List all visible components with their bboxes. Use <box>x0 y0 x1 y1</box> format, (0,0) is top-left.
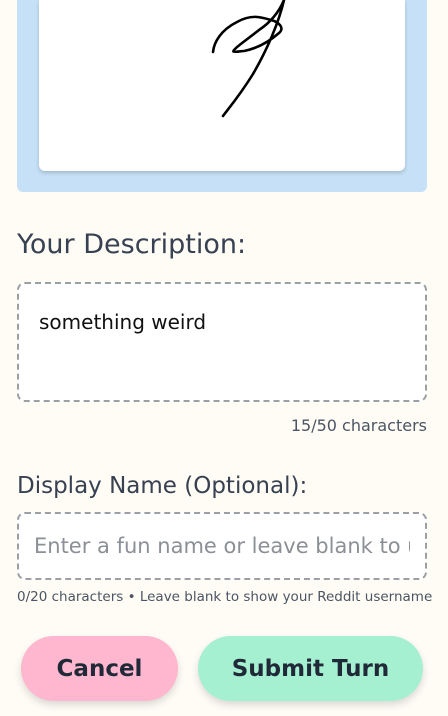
display-name-hint: 0/20 characters • Leave blank to show yo… <box>17 589 433 605</box>
cancel-button[interactable]: Cancel <box>21 636 178 701</box>
drawing-stroke <box>211 0 286 118</box>
submit-turn-button[interactable]: Submit Turn <box>198 636 423 701</box>
drawing-canvas-frame <box>17 0 427 192</box>
display-name-input[interactable] <box>17 512 427 580</box>
description-char-count: 15/50 characters <box>290 416 427 435</box>
drawing-canvas[interactable] <box>39 0 405 171</box>
description-input[interactable]: something weird <box>17 282 427 402</box>
drawing-canvas-strokes <box>211 0 286 118</box>
display-name-label: Display Name (Optional): <box>17 473 308 499</box>
description-label: Your Description: <box>17 229 247 260</box>
